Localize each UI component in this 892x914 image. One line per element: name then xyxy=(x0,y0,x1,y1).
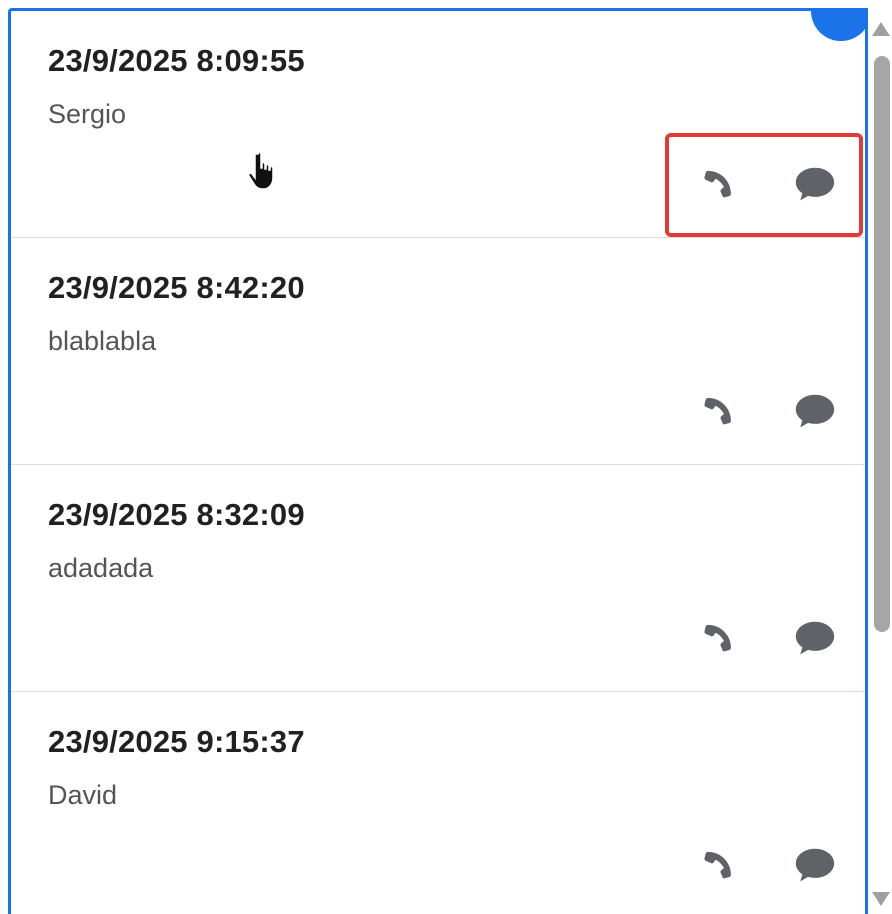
scroll-up-arrow-icon[interactable] xyxy=(872,22,890,36)
phone-icon xyxy=(704,624,731,652)
history-list: 23/9/2025 8:09:55 Sergio 23/9/2025 8:42:… xyxy=(11,11,865,914)
item-timestamp: 23/9/2025 8:42:20 xyxy=(48,270,305,305)
message-button[interactable] xyxy=(791,615,839,663)
scrollbar-thumb[interactable] xyxy=(874,56,890,632)
message-button[interactable] xyxy=(791,388,839,436)
chat-bubble-icon xyxy=(795,848,835,882)
item-contact-name: Sergio xyxy=(48,99,127,129)
contact-history-panel: 23/9/2025 8:09:55 Sergio 23/9/2025 8:42:… xyxy=(8,8,868,914)
scroll-down-arrow-icon[interactable] xyxy=(872,892,890,906)
call-button[interactable] xyxy=(693,388,741,436)
item-actions xyxy=(665,814,863,914)
list-item[interactable]: 23/9/2025 8:42:20 blablabla xyxy=(11,238,865,465)
phone-icon xyxy=(704,851,731,879)
call-button[interactable] xyxy=(693,161,741,209)
item-timestamp: 23/9/2025 8:32:09 xyxy=(48,497,305,532)
item-timestamp: 23/9/2025 9:15:37 xyxy=(48,724,305,759)
hand-pointer-cursor-icon xyxy=(248,151,274,190)
list-item[interactable]: 23/9/2025 8:32:09 adadada xyxy=(11,465,865,692)
phone-icon xyxy=(704,397,731,425)
list-item[interactable]: 23/9/2025 9:15:37 David xyxy=(11,692,865,914)
item-timestamp: 23/9/2025 8:09:55 xyxy=(48,43,305,78)
message-button[interactable] xyxy=(791,842,839,890)
chat-bubble-icon xyxy=(795,621,835,655)
call-button[interactable] xyxy=(693,842,741,890)
call-button[interactable] xyxy=(693,615,741,663)
item-contact-name: blablabla xyxy=(48,326,157,356)
vertical-scrollbar[interactable] xyxy=(868,8,892,914)
message-button[interactable] xyxy=(791,161,839,209)
item-contact-name: adadada xyxy=(48,553,154,583)
item-actions-highlighted xyxy=(665,133,863,237)
item-actions xyxy=(665,360,863,464)
item-contact-name: David xyxy=(48,780,118,810)
chat-bubble-icon xyxy=(795,394,835,428)
item-actions xyxy=(665,587,863,691)
phone-icon xyxy=(704,170,731,198)
chat-bubble-icon xyxy=(795,167,835,201)
list-item[interactable]: 23/9/2025 8:09:55 Sergio xyxy=(11,11,865,238)
